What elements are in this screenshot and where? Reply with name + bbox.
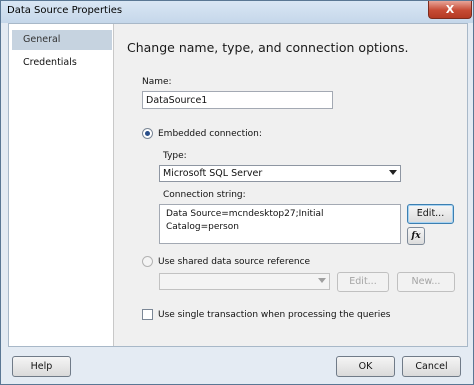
- single-transaction-label: Use single transaction when processing t…: [158, 310, 391, 320]
- type-label: Type:: [163, 151, 187, 161]
- nav-item-general[interactable]: General: [12, 30, 112, 50]
- fx-icon: fx: [411, 231, 421, 241]
- type-select-value: Microsoft SQL Server: [163, 168, 263, 179]
- page-heading: Change name, type, and connection option…: [127, 40, 409, 55]
- shared-source-radio[interactable]: [142, 256, 153, 267]
- expression-fx-button[interactable]: fx: [407, 227, 425, 245]
- help-button[interactable]: Help: [12, 356, 71, 377]
- close-icon: X: [445, 3, 455, 16]
- connection-string-label: Connection string:: [163, 190, 246, 200]
- shared-edit-button[interactable]: Edit...: [337, 272, 389, 292]
- connection-string-input[interactable]: Data Source=mcndesktop27;Initial Catalog…: [159, 204, 401, 244]
- edit-connection-button[interactable]: Edit...: [407, 204, 454, 224]
- ok-button[interactable]: OK: [336, 356, 395, 377]
- embedded-connection-radio[interactable]: [142, 128, 153, 139]
- nav-item-credentials[interactable]: Credentials: [12, 53, 112, 73]
- close-button[interactable]: X: [428, 1, 472, 19]
- title-bar[interactable]: Data Source Properties X: [1, 1, 473, 23]
- general-panel: Change name, type, and connection option…: [115, 24, 467, 346]
- sidebar-nav: General Credentials: [9, 24, 114, 346]
- embedded-connection-label: Embedded connection:: [158, 129, 262, 139]
- shared-source-select[interactable]: [159, 273, 330, 290]
- chevron-down-icon: [389, 170, 397, 175]
- dialog-window: Data Source Properties X General Credent…: [0, 0, 474, 385]
- shared-new-button[interactable]: New...: [397, 272, 455, 292]
- shared-source-label: Use shared data source reference: [158, 257, 311, 267]
- dialog-client: General Credentials Change name, type, a…: [8, 23, 468, 347]
- name-input[interactable]: DataSource1: [142, 91, 333, 109]
- cancel-button[interactable]: Cancel: [402, 356, 461, 377]
- name-label: Name:: [142, 77, 172, 87]
- type-select[interactable]: Microsoft SQL Server: [159, 165, 401, 182]
- single-transaction-checkbox[interactable]: [142, 309, 153, 320]
- chevron-down-icon: [318, 278, 326, 283]
- window-title: Data Source Properties: [7, 5, 123, 16]
